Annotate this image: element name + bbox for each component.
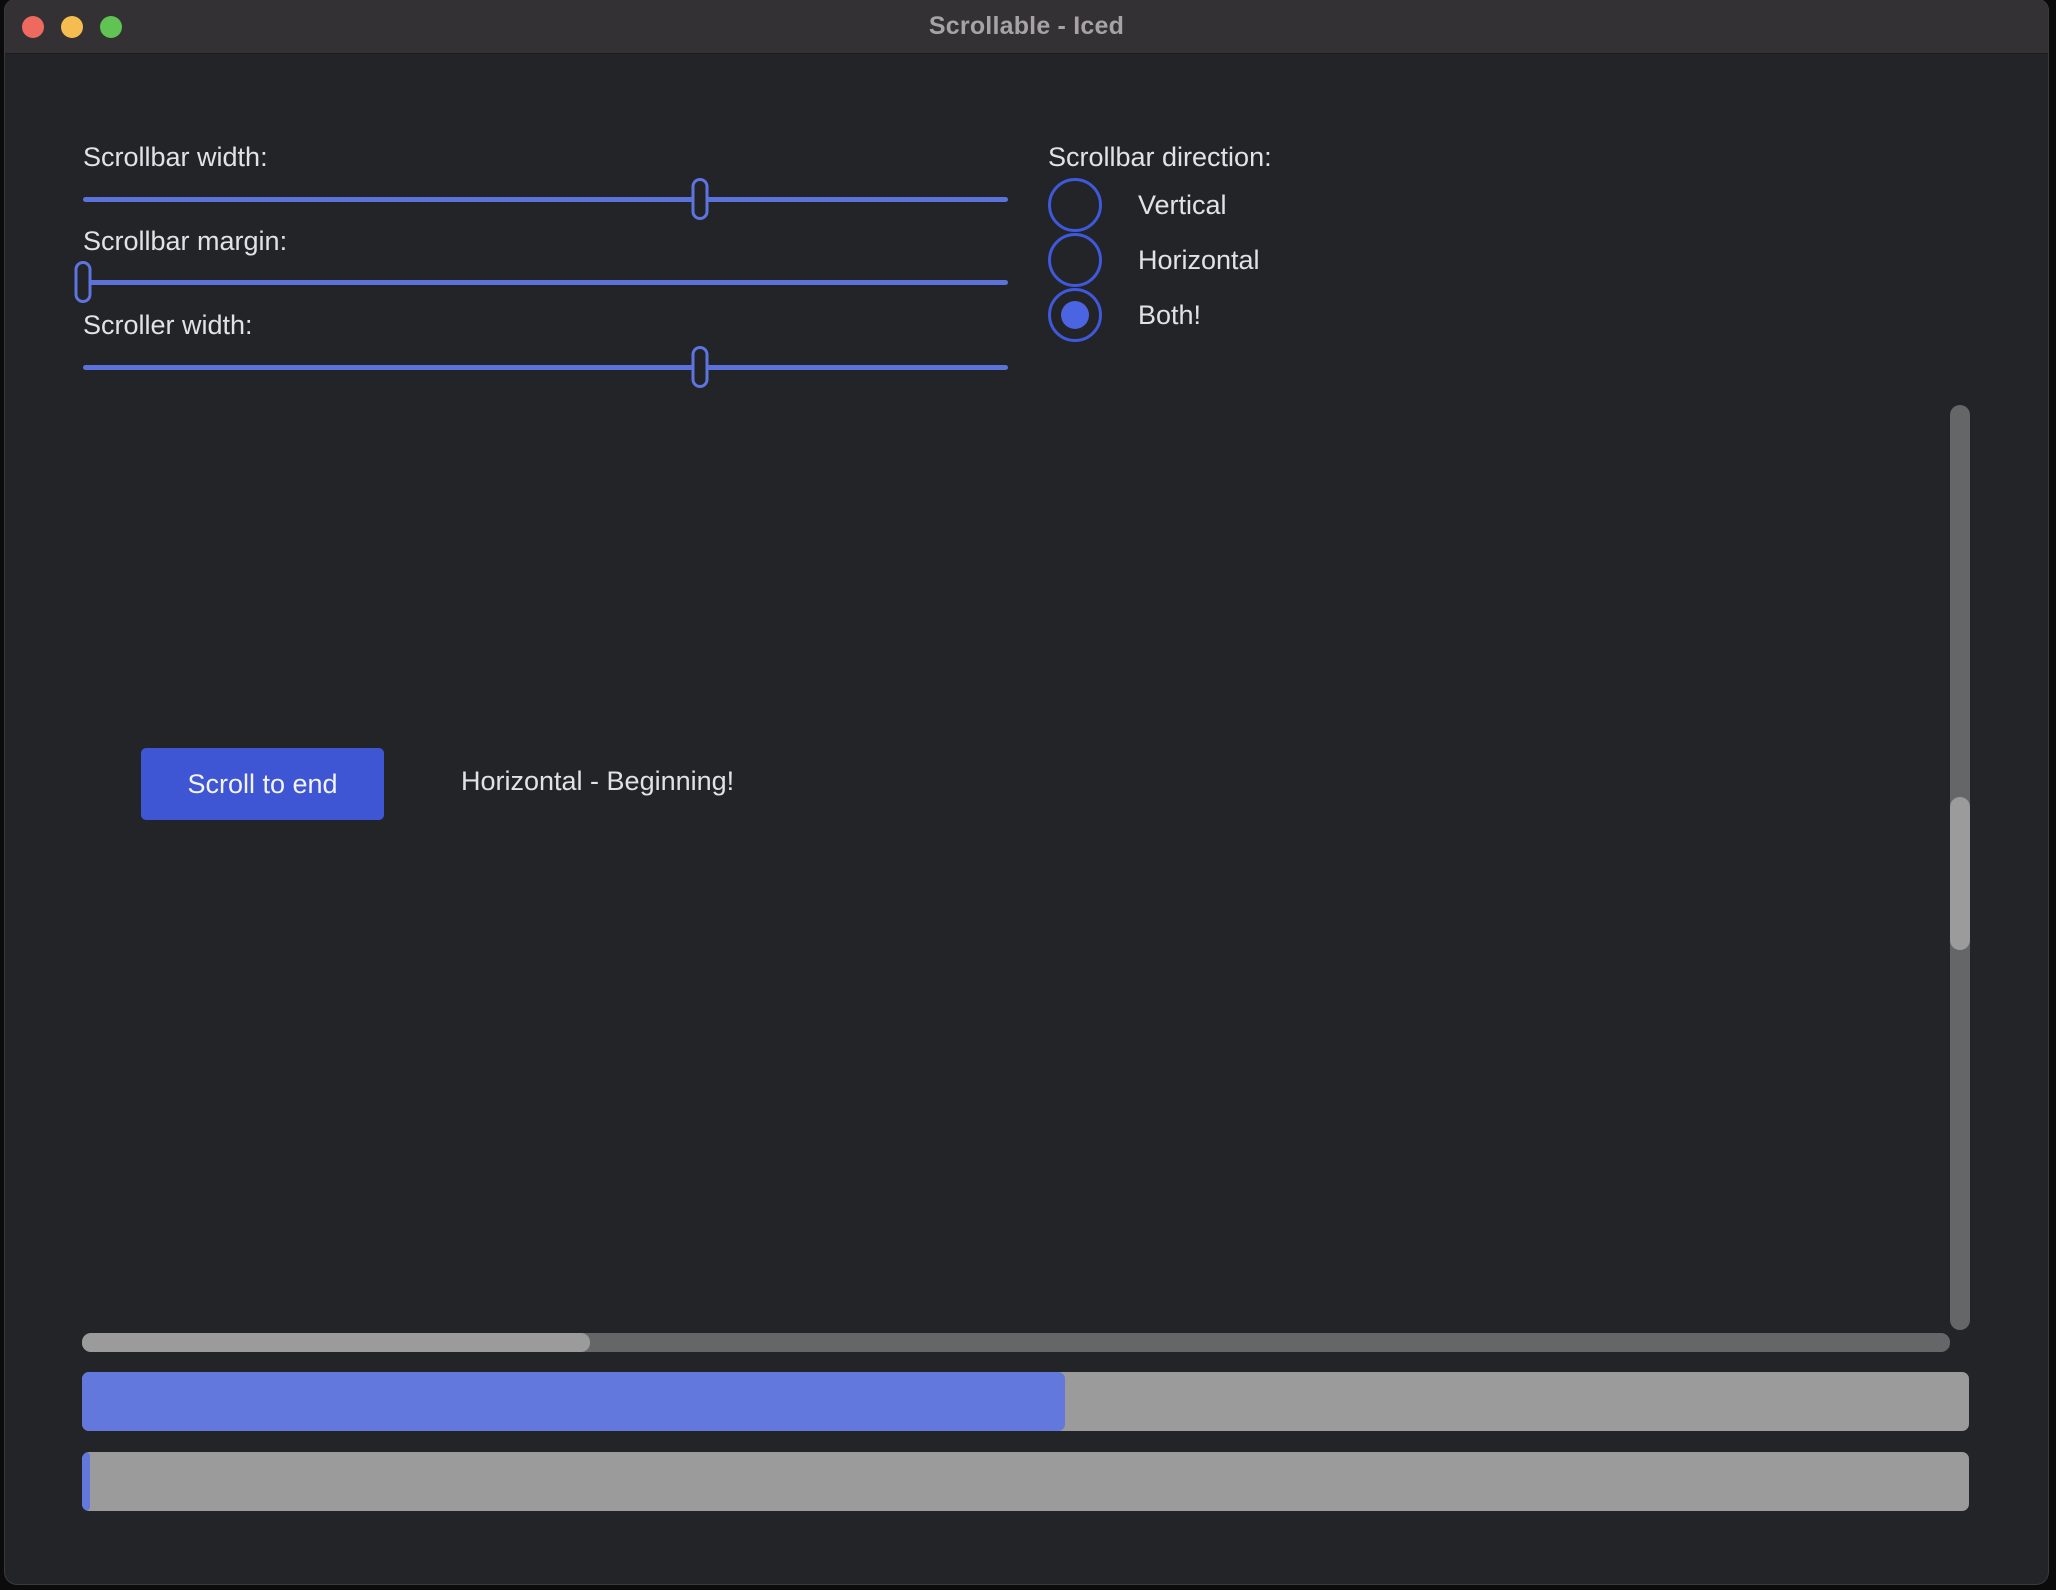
radio-option-both[interactable]: Both! bbox=[1048, 288, 1201, 342]
slider-scroller-width[interactable] bbox=[83, 346, 1008, 388]
horizontal-scrollbar[interactable] bbox=[82, 1333, 1950, 1352]
content-area: Scrollbar width: Scrollbar margin: Scrol… bbox=[5, 54, 2048, 1584]
window-title: Scrollable - Iced bbox=[929, 12, 1124, 41]
horizontal-scroller[interactable] bbox=[82, 1333, 590, 1352]
minimize-button[interactable] bbox=[61, 16, 83, 38]
radio-dot-icon bbox=[1061, 301, 1089, 329]
slider-scrollbar-width[interactable] bbox=[83, 178, 1008, 220]
slider-handle[interactable] bbox=[75, 261, 92, 303]
vertical-progress-bar bbox=[82, 1452, 1969, 1511]
slider-rail bbox=[83, 197, 1008, 202]
traffic-lights bbox=[22, 16, 122, 38]
horizontal-status-text: Horizontal - Beginning! bbox=[461, 766, 734, 797]
scroll-to-end-button[interactable]: Scroll to end bbox=[141, 748, 384, 820]
slider-scrollbar-margin[interactable] bbox=[83, 261, 1008, 303]
slider-rail bbox=[83, 365, 1008, 370]
slider-label-scrollbar-margin: Scrollbar margin: bbox=[83, 223, 287, 259]
radio-group-label: Scrollbar direction: bbox=[1048, 139, 1272, 175]
vertical-scroller[interactable] bbox=[1950, 797, 1970, 950]
slider-handle[interactable] bbox=[691, 346, 708, 388]
radio-option-label: Both! bbox=[1138, 300, 1201, 331]
vertical-progress-fill bbox=[82, 1452, 90, 1511]
radio-circle-icon bbox=[1048, 178, 1102, 232]
radio-option-label: Vertical bbox=[1138, 190, 1227, 221]
radio-option-horizontal[interactable]: Horizontal bbox=[1048, 233, 1260, 287]
slider-label-scrollbar-width: Scrollbar width: bbox=[83, 139, 268, 175]
radio-circle-icon bbox=[1048, 233, 1102, 287]
slider-rail bbox=[83, 280, 1008, 285]
close-button[interactable] bbox=[22, 16, 44, 38]
vertical-scrollbar[interactable] bbox=[1950, 405, 1970, 1330]
zoom-button[interactable] bbox=[100, 16, 122, 38]
titlebar: Scrollable - Iced bbox=[5, 0, 2048, 54]
horizontal-progress-bar bbox=[82, 1372, 1969, 1431]
slider-label-scroller-width: Scroller width: bbox=[83, 307, 253, 343]
radio-circle-icon bbox=[1048, 288, 1102, 342]
app-window: Scrollable - Iced Scrollbar width: Scrol… bbox=[5, 0, 2048, 1584]
slider-handle[interactable] bbox=[691, 178, 708, 220]
radio-option-vertical[interactable]: Vertical bbox=[1048, 178, 1227, 232]
radio-option-label: Horizontal bbox=[1138, 245, 1260, 276]
horizontal-progress-fill bbox=[82, 1372, 1065, 1431]
